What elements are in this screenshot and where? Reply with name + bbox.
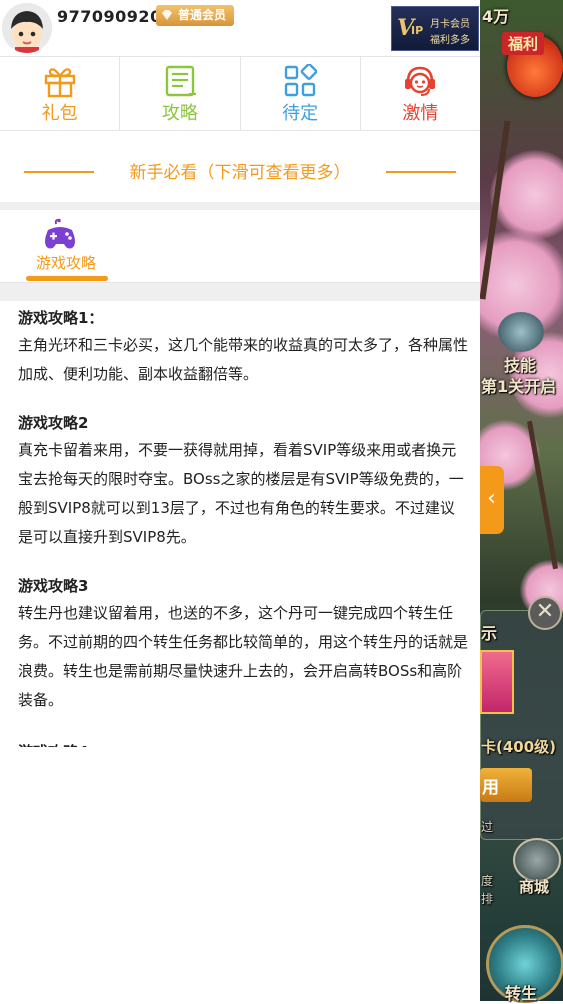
nav-item-passion[interactable]: 激情 — [361, 57, 480, 130]
guide-section-body: 真充卡留着来用，不要一获得就用掉，看着SVIP等级来用或者换元宝去抢每天的限时夺… — [18, 441, 464, 546]
username: 977090920 — [57, 7, 162, 26]
guide-section-1: 游戏攻略1： 主角光环和三卡必买，这几个能带来的收益真的可太多了，各种属性加成、… — [18, 307, 468, 389]
nav-label-passion: 激情 — [402, 103, 439, 124]
guide-section-title: 游戏攻略2 — [18, 414, 89, 432]
shop-label: 商城 — [519, 878, 550, 896]
tab-game-guide[interactable]: 游戏攻略 — [22, 210, 110, 282]
diamond-icon — [162, 10, 172, 20]
welfare-label[interactable]: 福利 — [502, 32, 545, 55]
guide-content: 游戏攻略1： 主角光环和三卡必买，这几个能带来的收益真的可太多了，各种属性加成、… — [0, 301, 480, 1001]
side-text: 度 — [481, 874, 494, 888]
vip-level-badge: 普通会员 — [156, 5, 235, 26]
guide-section-body: 转生丹也建议留着用，也送的不多，这个丹可一键完成四个转生任务。不过前期的四个转生… — [18, 604, 469, 709]
skill-icon[interactable] — [498, 312, 544, 352]
card-item-icon — [480, 650, 514, 714]
guide-tabs: 游戏攻略 — [0, 210, 480, 283]
side-text: 过 — [481, 820, 494, 834]
grid-apps-icon — [284, 64, 318, 97]
gift-icon — [44, 68, 75, 98]
section-divider — [0, 202, 480, 210]
nav-label-gift: 礼包 — [41, 103, 78, 124]
active-tab-indicator — [26, 276, 108, 281]
side-text: 排 — [481, 892, 494, 906]
nav-label-pending: 待定 — [282, 103, 319, 124]
guide-panel: 977090920 普通会员 V IP 月卡会员 福利多多 礼包 攻略 待定 激… — [0, 0, 480, 1001]
item-use-popup — [480, 610, 563, 840]
chevron-left-icon: ‹ — [487, 486, 496, 511]
vip-level-label: 普通会员 — [178, 8, 227, 22]
nav-item-gift[interactable]: 礼包 — [0, 57, 121, 130]
guide-section-4-title-cut: 游戏攻略4 — [18, 737, 108, 747]
guide-book-icon — [165, 65, 196, 97]
gamepad-icon — [45, 218, 75, 249]
month-card-line2: 福利多多 — [430, 35, 470, 46]
avatar-face-icon — [2, 3, 52, 53]
guide-section-3: 游戏攻略3 转生丹也建议留着用，也送的不多，这个丹可一键完成四个转生任务。不过前… — [18, 575, 468, 715]
card-item-name: 卡(400级) — [481, 738, 557, 756]
nav-item-pending[interactable]: 待定 — [241, 57, 361, 130]
guide-section-2: 游戏攻略2 真充卡留着来用，不要一获得就用掉，看着SVIP等级来用或者换元宝去抢… — [18, 412, 468, 552]
use-item-button[interactable]: 用 — [480, 768, 532, 802]
spacer — [0, 131, 480, 141]
section-divider — [0, 283, 480, 301]
skill-unlock-text: 第1关开启 — [481, 377, 557, 396]
close-icon[interactable]: ✕ — [528, 596, 562, 630]
popup-hint-text: 示 — [481, 624, 498, 643]
banner-divider-right — [386, 171, 456, 173]
main-nav: 礼包 攻略 待定 激情 — [0, 57, 480, 131]
nav-label-guide: 攻略 — [161, 103, 198, 124]
guide-section-title: 游戏攻略1： — [18, 309, 104, 327]
rebirth-label: 转生 — [505, 984, 538, 1003]
tree-trunk — [527, 420, 558, 570]
user-header: 977090920 普通会员 V IP 月卡会员 福利多多 — [0, 0, 480, 57]
month-card-line1: 月卡会员 — [430, 19, 470, 30]
newbie-banner: 新手必看（下滑可查看更多） — [0, 141, 480, 201]
guide-section-title: 游戏攻略3 — [18, 577, 89, 595]
use-button-label: 用 — [482, 778, 499, 798]
headset-service-icon — [405, 66, 436, 96]
guide-section-body: 主角光环和三卡必买，这几个能带来的收益真的可太多了，各种属性加成、便利功能、副本… — [18, 336, 469, 383]
avatar[interactable] — [2, 3, 52, 53]
vip-logo-ip: IP — [411, 24, 424, 37]
collapse-panel-button[interactable]: ‹ — [479, 466, 504, 534]
nav-item-guide[interactable]: 攻略 — [120, 57, 241, 130]
month-card-vip-button[interactable]: V IP 月卡会员 福利多多 — [391, 6, 479, 51]
tab-game-guide-label: 游戏攻略 — [35, 254, 96, 272]
game-resource-count: 4万 — [482, 7, 510, 26]
